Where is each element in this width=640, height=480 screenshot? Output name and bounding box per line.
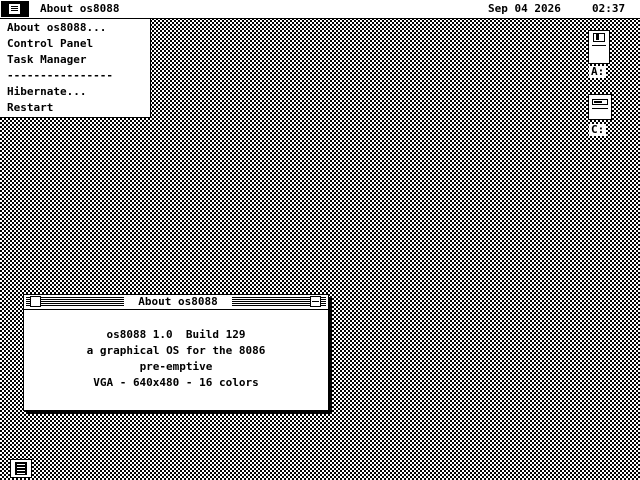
minimize-box-icon[interactable] xyxy=(310,296,321,307)
menu-active-title[interactable]: About os8088 xyxy=(40,2,119,15)
dialog-line-multitasking: pre-emptive xyxy=(139,360,213,373)
menu-item-task-manager[interactable]: Task Manager xyxy=(7,53,86,67)
menu-separator: ---------------- xyxy=(7,69,113,82)
drive-c-label: C: xyxy=(589,123,607,136)
floppy-drive-icon[interactable] xyxy=(588,30,610,64)
taskbar-chip-icon[interactable] xyxy=(10,459,32,478)
dialog-title-bar[interactable]: About os8088 xyxy=(24,295,328,310)
menu-item-hibernate[interactable]: Hibernate... xyxy=(7,85,86,99)
dialog-line-version: os8088 1.0 Build 129 xyxy=(106,328,246,341)
about-dialog: About os8088 os8088 1.0 Build 129 a grap… xyxy=(23,294,329,411)
system-dropdown-menu: About os8088... Control Panel Task Manag… xyxy=(0,19,151,118)
dialog-line-display: VGA - 640x480 - 16 colors xyxy=(93,376,259,389)
menu-item-about[interactable]: About os8088... xyxy=(7,21,106,35)
clock-date: Sep 04 2026 xyxy=(488,2,561,15)
menu-bar: About os8088 Sep 04 2026 02:37 xyxy=(0,0,640,19)
hard-drive-icon[interactable] xyxy=(588,94,612,120)
dialog-title: About os8088 xyxy=(124,295,232,309)
menu-item-restart[interactable]: Restart xyxy=(7,101,53,115)
dialog-line-description: a graphical OS for the 8086 xyxy=(86,344,266,357)
clock-time: 02:37 xyxy=(592,2,626,15)
close-box-icon[interactable] xyxy=(30,296,41,307)
drive-a-label: A: xyxy=(589,65,607,78)
menu-item-control-panel[interactable]: Control Panel xyxy=(7,37,93,51)
system-menu-chip-icon[interactable] xyxy=(1,1,29,17)
